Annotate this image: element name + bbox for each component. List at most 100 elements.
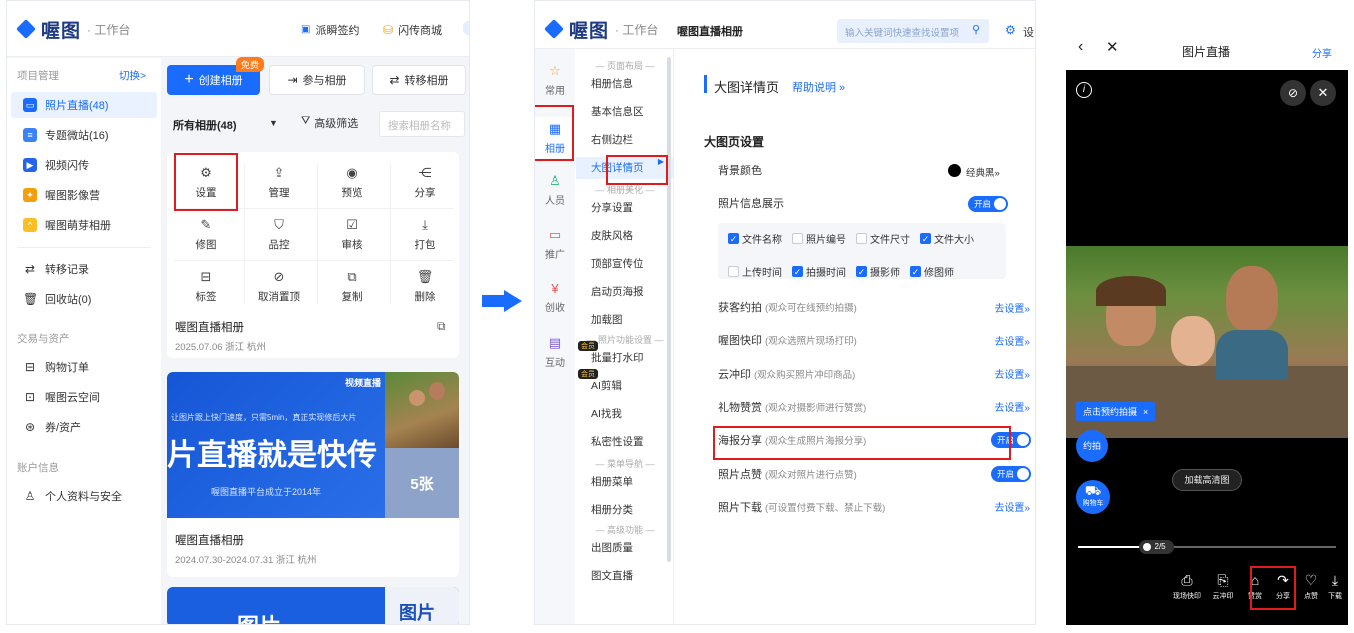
- album-title[interactable]: 喔图直播相册: [175, 532, 244, 548]
- checkbox-7[interactable]: ✓ 修图师: [910, 264, 954, 279]
- sidebar-item-recycle[interactable]: 🗑 回收站(0): [11, 286, 157, 312]
- sidebar-item-cloud[interactable]: ⊡ 喔图云空间: [11, 384, 157, 410]
- scrollbar[interactable]: [667, 57, 671, 562]
- nav-promo[interactable]: ▭ 推广: [535, 227, 575, 261]
- checkbox-4[interactable]: 上传时间: [728, 264, 782, 279]
- sidebar-item-coupons[interactable]: ⊛ 券/资产: [11, 414, 157, 440]
- sidebar-item-profile[interactable]: ♙ 个人资料与安全: [11, 483, 157, 509]
- close-icon[interactable]: ×: [1143, 407, 1148, 417]
- submenu-item[interactable]: 顶部宣传位: [576, 253, 674, 275]
- submenu-item[interactable]: 图文直播: [576, 565, 674, 587]
- no-motion-icon[interactable]: ⊘: [1280, 80, 1306, 106]
- checkbox-box[interactable]: [728, 266, 739, 277]
- submenu-item[interactable]: 皮肤风格: [576, 225, 674, 247]
- join-album-button[interactable]: ⇥ 参与相册: [269, 65, 365, 95]
- checkbox-0[interactable]: ✓ 文件名称: [728, 231, 782, 246]
- album-card-3[interactable]: 图片 图片 分享: [167, 587, 459, 624]
- action-copy[interactable]: ⧉ 复制: [317, 264, 387, 308]
- checkbox-3[interactable]: ✓ 文件大小: [920, 231, 974, 246]
- load-hd-button[interactable]: 加载高清图: [1172, 469, 1242, 491]
- go-settings-link[interactable]: 去设置»: [994, 333, 1030, 348]
- sidebar-item-orders[interactable]: ⊟ 购物订单: [11, 354, 157, 380]
- submenu-item[interactable]: AI找我: [576, 403, 674, 425]
- checkbox-box[interactable]: ✓: [728, 233, 739, 244]
- sidebar-item-sprout[interactable]: ^ 喔图萌芽相册: [11, 212, 157, 238]
- nav-people[interactable]: ♙ 人员: [535, 173, 575, 207]
- submenu-item[interactable]: 右侧边栏: [576, 129, 674, 151]
- close-icon[interactable]: ✕: [1106, 38, 1119, 56]
- sidebar-item-video[interactable]: ▶ 视频闪传: [11, 152, 157, 178]
- go-settings-link[interactable]: 去设置»: [994, 300, 1030, 315]
- action-upload[interactable]: ⇪ 管理: [244, 160, 314, 204]
- chevron-down-icon[interactable]: ▼: [269, 118, 278, 128]
- checkbox-box[interactable]: ✓: [920, 233, 931, 244]
- header-share-link[interactable]: 分享: [1312, 45, 1332, 60]
- all-albums-filter[interactable]: 所有相册(48): [173, 117, 237, 133]
- more-icon[interactable]: [463, 21, 469, 35]
- cart-button[interactable]: ⛟ 购物车: [1076, 480, 1110, 514]
- action-settings[interactable]: ⚙ 设置: [171, 160, 241, 204]
- advanced-filter[interactable]: ⛛ 高级筛选: [301, 115, 358, 131]
- progress-indicator[interactable]: 2/5: [1138, 540, 1174, 554]
- sidebar-item-transfer-log[interactable]: ⇄ 转移记录: [11, 256, 157, 282]
- search-icon[interactable]: ⚲: [972, 23, 980, 36]
- album-search-input[interactable]: 搜索相册名称: [379, 111, 465, 137]
- info-toggle[interactable]: 开启: [968, 196, 1008, 212]
- copy-icon[interactable]: ⧉: [437, 319, 446, 334]
- nav-revenue[interactable]: ¥ 创收: [535, 281, 575, 314]
- action-unpin[interactable]: ⊘ 取消置顶: [244, 264, 314, 308]
- submenu-item[interactable]: 基本信息区: [576, 101, 674, 123]
- back-icon[interactable]: ‹: [1078, 38, 1083, 56]
- submenu-item[interactable]: 相册信息: [576, 73, 674, 95]
- toolbar-1[interactable]: ⎘ 云冲印: [1206, 572, 1240, 601]
- sidebar-item-topic[interactable]: ≡ 专题微站(16): [11, 122, 157, 148]
- nav-album[interactable]: ▦ 相册: [535, 117, 575, 159]
- logo[interactable]: 喔图 · 工作台: [545, 16, 658, 43]
- checkbox-5[interactable]: ✓ 拍摄时间: [792, 264, 846, 279]
- checkbox-1[interactable]: 照片编号: [792, 231, 846, 246]
- album-cover[interactable]: 让图片跟上快门速度，只需5min，真正实现修后大片 片直播就是快传 喔图直播平台…: [167, 372, 385, 518]
- nav-common[interactable]: ☆ 常用: [535, 63, 575, 97]
- booking-banner[interactable]: 点击预约拍摄 ×: [1076, 402, 1156, 421]
- action-wand[interactable]: ✎ 修图: [171, 212, 241, 256]
- action-trash[interactable]: 🗑 删除: [390, 264, 460, 308]
- submenu-item[interactable]: 分享设置: [576, 197, 674, 219]
- feature-toggle[interactable]: 开启: [991, 465, 1031, 482]
- checkbox-box[interactable]: [856, 233, 867, 244]
- checkbox-box[interactable]: ✓: [792, 266, 803, 277]
- submenu-item[interactable]: 出图质量: [576, 537, 674, 559]
- sidebar-item-photo-live[interactable]: ▭ 照片直播(48): [11, 92, 157, 118]
- sign-link[interactable]: ▣ 派瞬签约: [301, 22, 359, 38]
- toolbar-0[interactable]: ⎙ 现场快印: [1170, 572, 1204, 601]
- info-icon[interactable]: i: [1076, 82, 1092, 98]
- submenu-item[interactable]: 加载图: [576, 309, 674, 331]
- go-settings-link[interactable]: 去设置»: [994, 399, 1030, 414]
- settings-label[interactable]: 设: [1023, 24, 1034, 40]
- checkbox-box[interactable]: ✓: [910, 266, 921, 277]
- logo[interactable]: 喔图 · 工作台: [17, 16, 130, 43]
- action-download[interactable]: ⤓ 打包: [390, 212, 460, 256]
- checkbox-box[interactable]: ✓: [856, 266, 867, 277]
- action-share[interactable]: ⋲ 分享: [390, 160, 460, 204]
- color-swatch[interactable]: [948, 164, 961, 177]
- submenu-item[interactable]: 启动页海报: [576, 281, 674, 303]
- help-link[interactable]: 帮助说明 »: [792, 79, 845, 95]
- sidebar-item-camp[interactable]: ✦ 喔图影像营: [11, 182, 157, 208]
- action-eye[interactable]: ◉ 预览: [317, 160, 387, 204]
- submenu-item[interactable]: 相册分类: [576, 499, 674, 521]
- submenu-item[interactable]: 私密性设置: [576, 431, 674, 453]
- go-settings-link[interactable]: 去设置»: [994, 499, 1030, 514]
- go-settings-link[interactable]: 去设置»: [994, 366, 1030, 381]
- toolbar-5[interactable]: ⤓ 下载: [1318, 572, 1348, 601]
- album-title[interactable]: 喔图直播相册: [175, 319, 244, 335]
- checkbox-box[interactable]: [792, 233, 803, 244]
- progress-track[interactable]: [1078, 546, 1336, 548]
- feature-toggle[interactable]: 开启: [991, 432, 1031, 449]
- gear-icon[interactable]: ⚙: [1005, 23, 1016, 37]
- settings-search-input[interactable]: 输入关键词快速查找设置项: [837, 19, 989, 43]
- action-tag[interactable]: ⊟ 标签: [171, 264, 241, 308]
- switch-link[interactable]: 切换>: [119, 68, 146, 83]
- submenu-item[interactable]: 相册菜单: [576, 471, 674, 493]
- checkbox-2[interactable]: 文件尺寸: [856, 231, 910, 246]
- action-shield[interactable]: ⛉ 品控: [244, 212, 314, 256]
